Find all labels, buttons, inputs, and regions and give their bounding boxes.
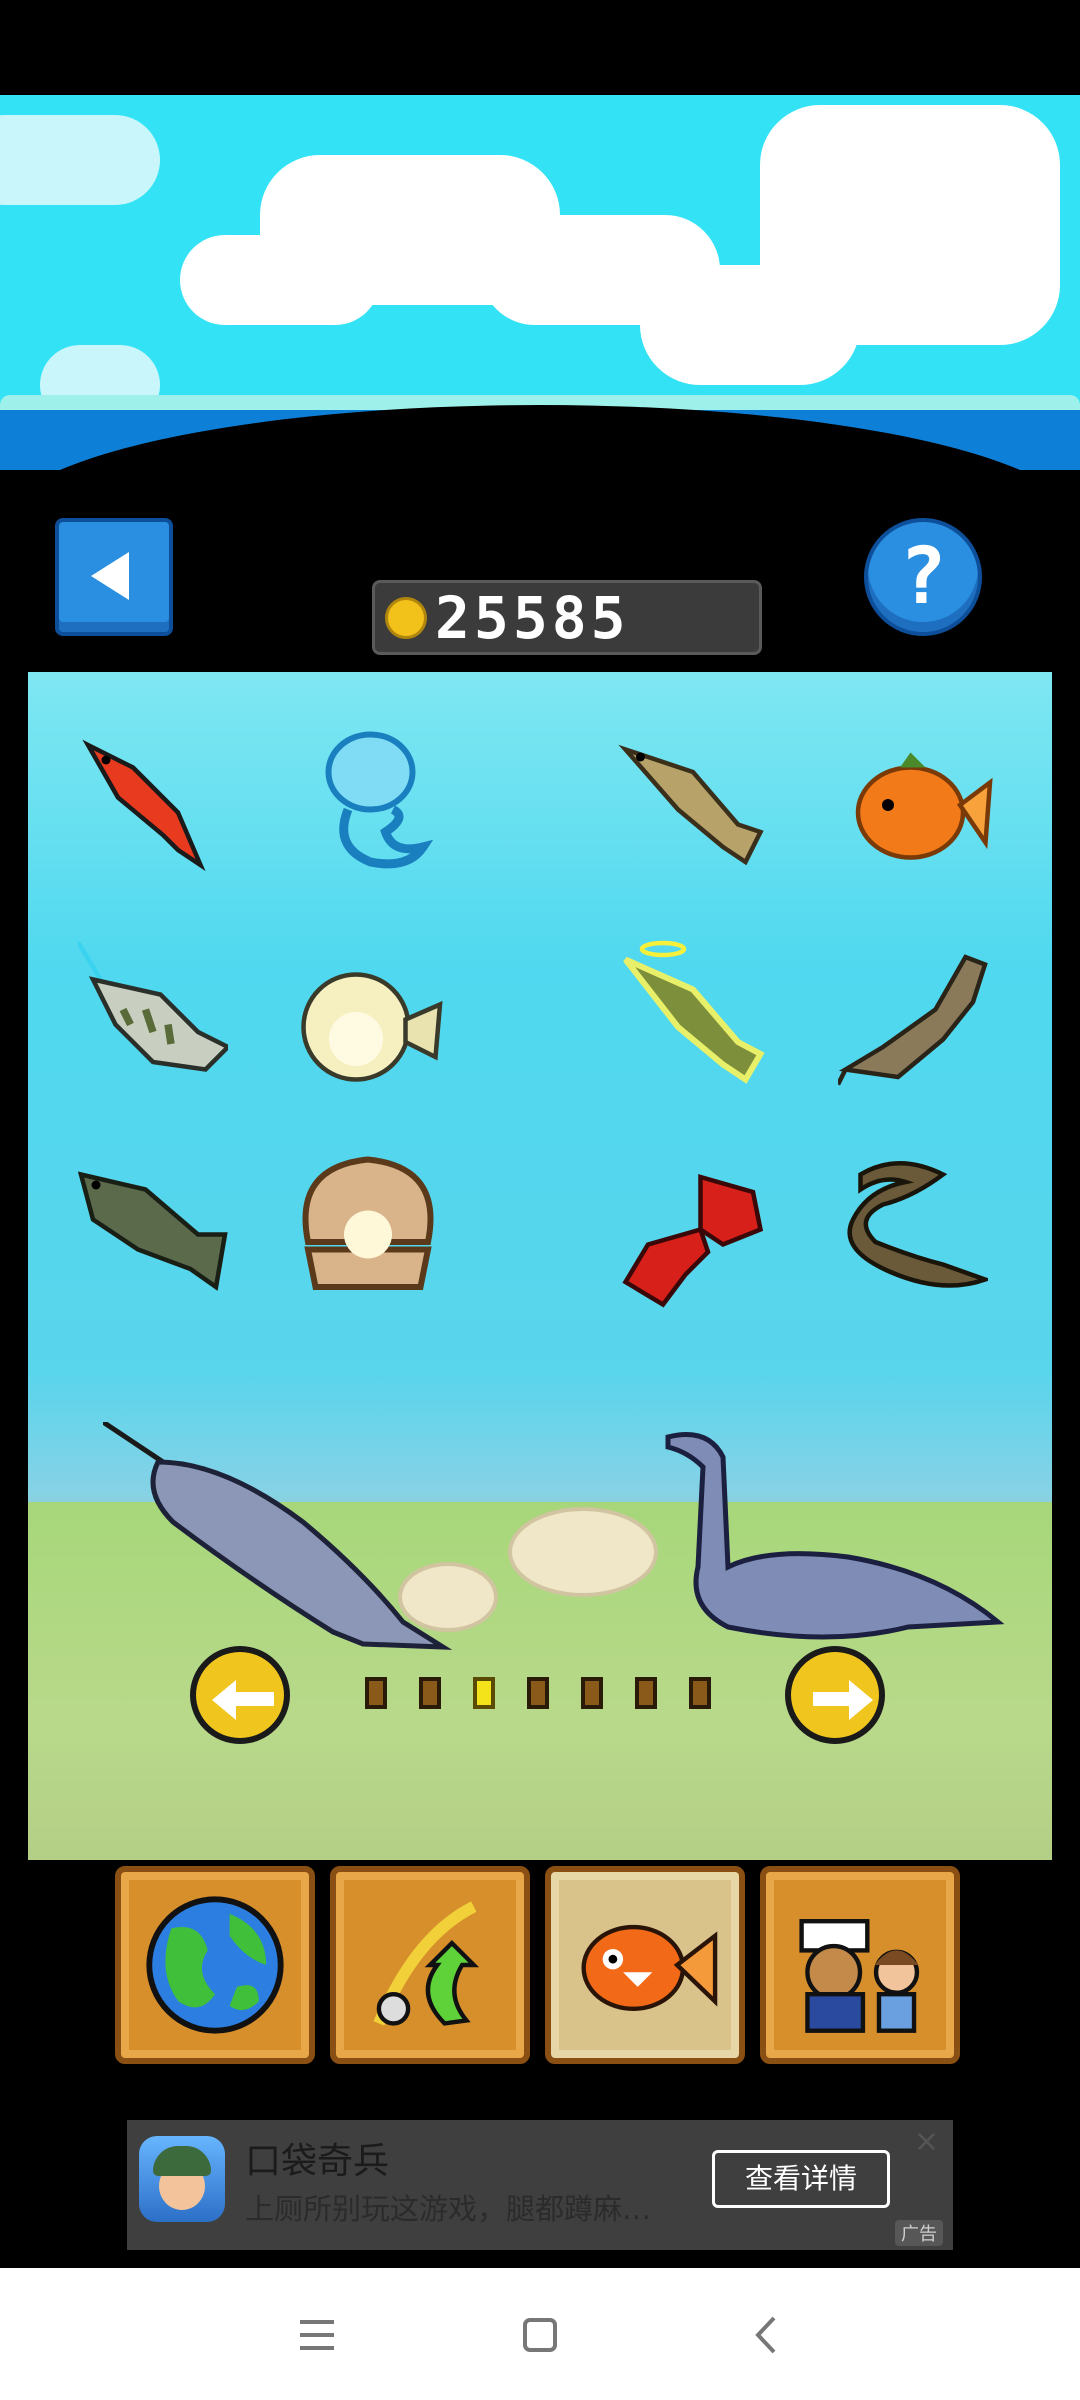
home-icon[interactable] (513, 2308, 567, 2362)
fish-archerfish[interactable] (76, 940, 232, 1092)
page-dot (473, 1677, 495, 1709)
coin-icon (385, 597, 427, 639)
fish-carp[interactable] (77, 1152, 228, 1302)
ad-label: 广告 (895, 2220, 943, 2246)
page-dot (581, 1677, 603, 1709)
help-button[interactable]: ? (864, 518, 982, 636)
characters-icon (799, 1919, 920, 2033)
page-dot (365, 1677, 387, 1709)
ad-banner[interactable]: 口袋奇兵 上厕所别玩这游戏，腿都蹲麻… 查看详情 × 广告 (127, 2120, 953, 2250)
ad-details-button[interactable]: 查看详情 (712, 2150, 890, 2208)
fish-blue-jellyfish[interactable] (303, 727, 453, 877)
question-mark-icon: ? (899, 532, 947, 622)
back-icon[interactable] (740, 2308, 794, 2362)
page-dot (419, 1677, 441, 1709)
fish-pufferfish[interactable] (293, 952, 443, 1102)
rock (398, 1562, 498, 1632)
fish-icon (581, 1924, 718, 2011)
ad-close-icon[interactable]: × (914, 2124, 939, 2159)
fish-brown-trout[interactable] (618, 727, 768, 877)
coin-counter: 25585 (372, 580, 762, 655)
menu-crew-button[interactable] (760, 1866, 960, 2064)
fish-eel[interactable] (838, 1152, 992, 1302)
ad-description: 上厕所别玩这游戏，腿都蹲麻… (245, 2192, 652, 2226)
fish-red-goldfish[interactable] (73, 730, 223, 880)
system-nav-bar (0, 2268, 1080, 2400)
fishing-rod-upgrade-icon (373, 1901, 480, 2026)
prev-page-button[interactable] (190, 1646, 290, 1744)
next-page-button[interactable] (785, 1646, 885, 1744)
back-arrow-icon (91, 552, 129, 600)
globe-icon (146, 1896, 284, 2034)
page-dot (527, 1677, 549, 1709)
fish-orange-fish[interactable] (843, 730, 993, 880)
menu-rod-upgrade-button[interactable] (330, 1866, 530, 2064)
rock (508, 1507, 658, 1597)
page-dot (635, 1677, 657, 1709)
fish-catfish[interactable] (835, 942, 988, 1092)
menu-icon[interactable] (290, 2308, 344, 2362)
menu-world-map-button[interactable] (115, 1866, 315, 2064)
fish-red-lobster[interactable] (618, 1162, 768, 1312)
back-button[interactable] (55, 518, 173, 636)
creature-plesiosaur[interactable] (648, 1427, 1008, 1657)
menu-aquarium-button[interactable] (545, 1866, 745, 2064)
ad-title: 口袋奇兵 (245, 2141, 390, 2182)
fish-pearl-clam[interactable] (293, 1152, 443, 1302)
page-dot (689, 1677, 711, 1709)
coin-value: 25585 (435, 584, 630, 652)
ad-app-icon[interactable] (139, 2136, 225, 2222)
fish-golden-pike[interactable] (618, 937, 768, 1087)
